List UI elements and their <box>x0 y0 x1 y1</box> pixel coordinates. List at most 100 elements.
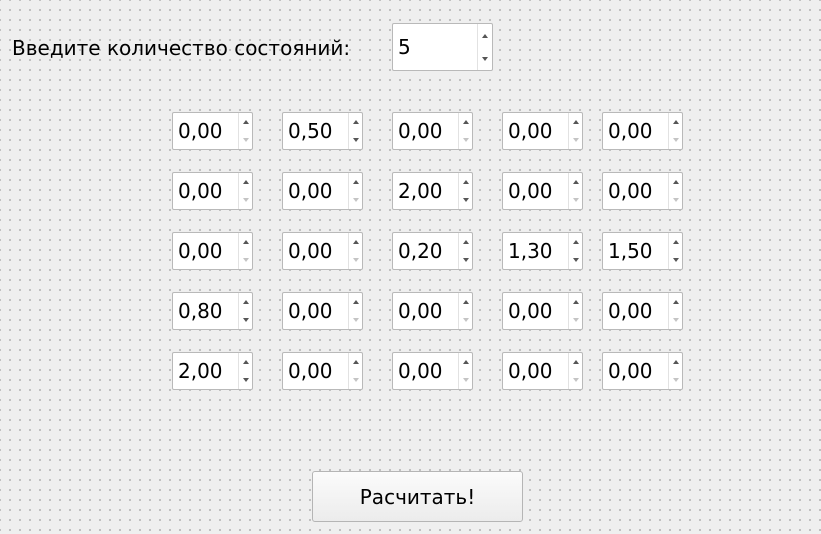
matrix-cell-increment-button[interactable] <box>669 173 682 191</box>
matrix-cell-decrement-button[interactable] <box>239 251 252 269</box>
matrix-cell-spinbox[interactable]: 1,30 <box>502 232 583 270</box>
matrix-cell-spinbox[interactable]: 0,50 <box>282 112 363 150</box>
matrix-cell-value[interactable]: 0,00 <box>603 353 668 389</box>
matrix-cell-increment-button[interactable] <box>569 113 582 131</box>
matrix-cell-value[interactable]: 0,00 <box>173 113 238 149</box>
matrix-cell-decrement-button[interactable] <box>349 251 362 269</box>
states-count-spinbox[interactable]: 5 <box>392 23 493 71</box>
states-count-increment-button[interactable] <box>478 24 492 47</box>
matrix-cell-value[interactable]: 0,00 <box>503 113 568 149</box>
matrix-cell-spinbox[interactable]: 0,00 <box>392 352 473 390</box>
matrix-cell-decrement-button[interactable] <box>459 311 472 329</box>
matrix-cell-spinbox[interactable]: 0,80 <box>172 292 253 330</box>
matrix-cell-increment-button[interactable] <box>459 173 472 191</box>
matrix-cell-value[interactable]: 0,00 <box>503 293 568 329</box>
matrix-cell-increment-button[interactable] <box>669 233 682 251</box>
matrix-cell-increment-button[interactable] <box>239 353 252 371</box>
matrix-cell-value[interactable]: 0,00 <box>173 173 238 209</box>
matrix-cell-decrement-button[interactable] <box>349 191 362 209</box>
matrix-cell-spinbox[interactable]: 0,20 <box>392 232 473 270</box>
matrix-cell-increment-button[interactable] <box>349 293 362 311</box>
matrix-cell-decrement-button[interactable] <box>239 191 252 209</box>
matrix-cell-decrement-button[interactable] <box>239 371 252 389</box>
matrix-cell-spinbox[interactable]: 0,00 <box>282 292 363 330</box>
matrix-cell-spinbox[interactable]: 1,50 <box>602 232 683 270</box>
matrix-cell-increment-button[interactable] <box>239 113 252 131</box>
matrix-cell-value[interactable]: 0,50 <box>283 113 348 149</box>
matrix-cell-value[interactable]: 0,00 <box>283 293 348 329</box>
matrix-cell-value[interactable]: 0,00 <box>503 173 568 209</box>
matrix-cell-spinbox[interactable]: 0,00 <box>282 172 363 210</box>
matrix-cell-increment-button[interactable] <box>239 293 252 311</box>
matrix-cell-increment-button[interactable] <box>349 173 362 191</box>
matrix-cell-decrement-button[interactable] <box>669 191 682 209</box>
matrix-cell-decrement-button[interactable] <box>239 311 252 329</box>
matrix-cell-spinbox[interactable]: 0,00 <box>602 112 683 150</box>
matrix-cell-increment-button[interactable] <box>459 293 472 311</box>
matrix-cell-spinbox[interactable]: 0,00 <box>602 292 683 330</box>
matrix-cell-value[interactable]: 0,00 <box>283 353 348 389</box>
matrix-cell-increment-button[interactable] <box>239 233 252 251</box>
matrix-cell-value[interactable]: 2,00 <box>173 353 238 389</box>
matrix-cell-value[interactable]: 0,00 <box>603 113 668 149</box>
matrix-cell-decrement-button[interactable] <box>669 131 682 149</box>
matrix-cell-increment-button[interactable] <box>569 293 582 311</box>
matrix-cell-value[interactable]: 0,00 <box>603 173 668 209</box>
matrix-cell-decrement-button[interactable] <box>569 311 582 329</box>
matrix-cell-decrement-button[interactable] <box>569 371 582 389</box>
matrix-cell-value[interactable]: 1,30 <box>503 233 568 269</box>
matrix-cell-value[interactable]: 0,00 <box>393 113 458 149</box>
matrix-cell-spinbox[interactable]: 0,00 <box>392 112 473 150</box>
matrix-cell-spinbox[interactable]: 0,00 <box>172 232 253 270</box>
matrix-cell-decrement-button[interactable] <box>349 311 362 329</box>
matrix-cell-value[interactable]: 0,00 <box>283 233 348 269</box>
matrix-cell-increment-button[interactable] <box>669 113 682 131</box>
matrix-cell-increment-button[interactable] <box>459 353 472 371</box>
matrix-cell-spinbox[interactable]: 0,00 <box>502 352 583 390</box>
matrix-cell-decrement-button[interactable] <box>669 311 682 329</box>
matrix-cell-value[interactable]: 0,00 <box>603 293 668 329</box>
matrix-cell-value[interactable]: 0,00 <box>503 353 568 389</box>
matrix-cell-value[interactable]: 0,00 <box>173 233 238 269</box>
matrix-cell-increment-button[interactable] <box>459 233 472 251</box>
matrix-cell-decrement-button[interactable] <box>669 371 682 389</box>
matrix-cell-increment-button[interactable] <box>569 353 582 371</box>
matrix-cell-increment-button[interactable] <box>569 233 582 251</box>
matrix-cell-value[interactable]: 0,20 <box>393 233 458 269</box>
matrix-cell-value[interactable]: 0,00 <box>393 293 458 329</box>
matrix-cell-increment-button[interactable] <box>669 293 682 311</box>
matrix-cell-decrement-button[interactable] <box>569 191 582 209</box>
matrix-cell-increment-button[interactable] <box>569 173 582 191</box>
matrix-cell-decrement-button[interactable] <box>459 251 472 269</box>
matrix-cell-decrement-button[interactable] <box>239 131 252 149</box>
states-count-value[interactable]: 5 <box>393 24 477 70</box>
matrix-cell-increment-button[interactable] <box>669 353 682 371</box>
matrix-cell-spinbox[interactable]: 0,00 <box>172 112 253 150</box>
matrix-cell-increment-button[interactable] <box>349 353 362 371</box>
matrix-cell-decrement-button[interactable] <box>459 131 472 149</box>
matrix-cell-increment-button[interactable] <box>349 113 362 131</box>
matrix-cell-decrement-button[interactable] <box>569 131 582 149</box>
matrix-cell-spinbox[interactable]: 0,00 <box>172 172 253 210</box>
matrix-cell-decrement-button[interactable] <box>459 191 472 209</box>
states-count-decrement-button[interactable] <box>478 47 492 70</box>
matrix-cell-spinbox[interactable]: 2,00 <box>172 352 253 390</box>
matrix-cell-value[interactable]: 0,80 <box>173 293 238 329</box>
matrix-cell-spinbox[interactable]: 0,00 <box>282 352 363 390</box>
matrix-cell-spinbox[interactable]: 2,00 <box>392 172 473 210</box>
matrix-cell-spinbox[interactable]: 0,00 <box>282 232 363 270</box>
matrix-cell-decrement-button[interactable] <box>349 131 362 149</box>
matrix-cell-decrement-button[interactable] <box>569 251 582 269</box>
matrix-cell-value[interactable]: 2,00 <box>393 173 458 209</box>
matrix-cell-spinbox[interactable]: 0,00 <box>392 292 473 330</box>
matrix-cell-spinbox[interactable]: 0,00 <box>502 292 583 330</box>
matrix-cell-value[interactable]: 0,00 <box>283 173 348 209</box>
calculate-button[interactable]: Расчитать! <box>312 471 523 522</box>
matrix-cell-spinbox[interactable]: 0,00 <box>502 172 583 210</box>
matrix-cell-spinbox[interactable]: 0,00 <box>502 112 583 150</box>
matrix-cell-decrement-button[interactable] <box>459 371 472 389</box>
matrix-cell-decrement-button[interactable] <box>349 371 362 389</box>
matrix-cell-value[interactable]: 1,50 <box>603 233 668 269</box>
matrix-cell-increment-button[interactable] <box>239 173 252 191</box>
matrix-cell-spinbox[interactable]: 0,00 <box>602 352 683 390</box>
